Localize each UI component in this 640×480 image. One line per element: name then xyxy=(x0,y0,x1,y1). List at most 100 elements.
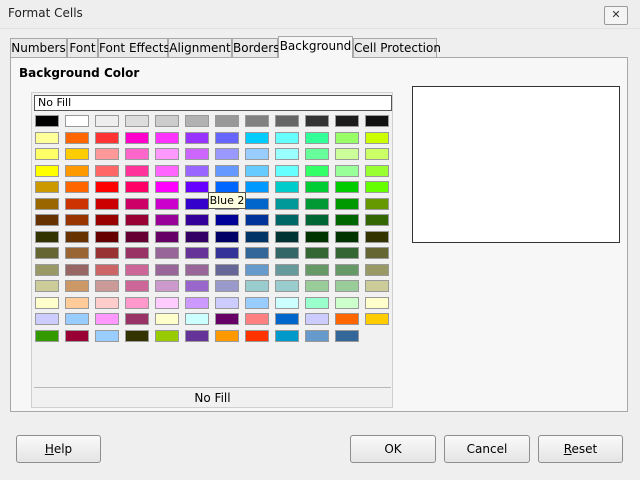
tab-background[interactable]: Background xyxy=(278,36,353,58)
color-swatch[interactable] xyxy=(275,181,299,193)
color-swatch[interactable] xyxy=(275,165,299,177)
color-swatch[interactable] xyxy=(35,280,59,292)
color-swatch[interactable] xyxy=(65,231,89,243)
color-swatch[interactable] xyxy=(125,264,149,276)
color-swatch[interactable] xyxy=(65,198,89,210)
color-swatch[interactable] xyxy=(365,115,389,127)
color-swatch[interactable] xyxy=(185,198,209,210)
color-swatch[interactable] xyxy=(245,165,269,177)
color-swatch[interactable] xyxy=(65,247,89,259)
color-swatch[interactable] xyxy=(35,313,59,325)
color-swatch[interactable] xyxy=(35,148,59,160)
color-swatch[interactable] xyxy=(335,231,359,243)
color-swatch[interactable] xyxy=(155,181,179,193)
color-swatch[interactable] xyxy=(155,247,179,259)
color-swatch[interactable] xyxy=(155,214,179,226)
color-swatch[interactable] xyxy=(95,198,119,210)
color-swatch[interactable] xyxy=(125,148,149,160)
color-swatch[interactable] xyxy=(335,115,359,127)
color-swatch[interactable] xyxy=(365,148,389,160)
color-swatch[interactable] xyxy=(95,132,119,144)
color-swatch[interactable] xyxy=(125,198,149,210)
color-swatch[interactable] xyxy=(275,280,299,292)
color-swatch[interactable] xyxy=(245,115,269,127)
color-swatch[interactable] xyxy=(245,214,269,226)
color-swatch[interactable] xyxy=(95,214,119,226)
color-swatch[interactable] xyxy=(305,313,329,325)
color-swatch[interactable] xyxy=(155,280,179,292)
tab-font-effects[interactable]: Font Effects xyxy=(98,38,170,57)
color-swatch[interactable] xyxy=(305,132,329,144)
color-swatch[interactable] xyxy=(95,297,119,309)
color-swatch[interactable] xyxy=(155,148,179,160)
color-swatch[interactable] xyxy=(215,330,239,342)
color-swatch[interactable] xyxy=(335,313,359,325)
color-swatch[interactable] xyxy=(185,280,209,292)
color-swatch[interactable] xyxy=(35,198,59,210)
color-swatch[interactable] xyxy=(95,264,119,276)
color-swatch[interactable] xyxy=(35,297,59,309)
color-swatch[interactable] xyxy=(95,247,119,259)
color-swatch[interactable] xyxy=(95,165,119,177)
color-swatch[interactable] xyxy=(275,115,299,127)
color-swatch[interactable] xyxy=(365,214,389,226)
color-swatch[interactable] xyxy=(185,264,209,276)
color-swatch[interactable] xyxy=(275,148,299,160)
color-swatch[interactable] xyxy=(215,165,239,177)
color-swatch[interactable] xyxy=(305,181,329,193)
color-swatch[interactable] xyxy=(65,330,89,342)
color-swatch[interactable] xyxy=(185,115,209,127)
color-swatch[interactable] xyxy=(155,264,179,276)
tab-borders[interactable]: Borders xyxy=(232,38,279,57)
color-swatch[interactable] xyxy=(65,165,89,177)
color-swatch[interactable] xyxy=(155,330,179,342)
color-swatch[interactable] xyxy=(335,214,359,226)
color-swatch[interactable] xyxy=(245,198,269,210)
color-swatch[interactable] xyxy=(335,132,359,144)
color-swatch[interactable] xyxy=(335,181,359,193)
color-swatch[interactable] xyxy=(185,231,209,243)
color-swatch[interactable] xyxy=(215,214,239,226)
reset-button[interactable]: Reset xyxy=(538,435,623,463)
color-swatch[interactable] xyxy=(125,330,149,342)
color-swatch[interactable] xyxy=(365,280,389,292)
color-swatch[interactable] xyxy=(185,214,209,226)
color-swatch[interactable] xyxy=(365,165,389,177)
color-swatch[interactable] xyxy=(65,214,89,226)
color-swatch[interactable] xyxy=(365,247,389,259)
color-swatch[interactable] xyxy=(215,297,239,309)
color-swatch[interactable] xyxy=(245,148,269,160)
color-swatch[interactable] xyxy=(125,231,149,243)
color-swatch[interactable] xyxy=(65,297,89,309)
color-swatch[interactable] xyxy=(185,132,209,144)
color-swatch[interactable] xyxy=(65,264,89,276)
color-swatch[interactable] xyxy=(95,280,119,292)
color-swatch[interactable] xyxy=(275,297,299,309)
color-swatch[interactable] xyxy=(215,280,239,292)
color-swatch[interactable] xyxy=(335,165,359,177)
color-swatch[interactable] xyxy=(155,198,179,210)
color-swatch[interactable] xyxy=(275,313,299,325)
color-swatch[interactable] xyxy=(365,132,389,144)
color-swatch[interactable] xyxy=(125,313,149,325)
color-swatch[interactable] xyxy=(95,148,119,160)
color-swatch[interactable] xyxy=(65,148,89,160)
color-swatch[interactable] xyxy=(305,247,329,259)
color-swatch[interactable] xyxy=(305,148,329,160)
color-swatch[interactable] xyxy=(335,198,359,210)
color-swatch[interactable] xyxy=(215,264,239,276)
color-swatch[interactable] xyxy=(95,181,119,193)
color-swatch[interactable] xyxy=(125,214,149,226)
color-swatch[interactable] xyxy=(365,231,389,243)
color-swatch[interactable] xyxy=(215,132,239,144)
color-swatch[interactable] xyxy=(125,280,149,292)
color-swatch[interactable] xyxy=(95,313,119,325)
color-swatch[interactable] xyxy=(155,132,179,144)
color-swatch[interactable] xyxy=(215,247,239,259)
color-swatch[interactable] xyxy=(305,280,329,292)
color-swatch[interactable] xyxy=(185,181,209,193)
color-swatch[interactable] xyxy=(65,115,89,127)
color-swatch[interactable] xyxy=(185,247,209,259)
color-swatch[interactable] xyxy=(155,231,179,243)
ok-button[interactable]: OK xyxy=(350,435,436,463)
